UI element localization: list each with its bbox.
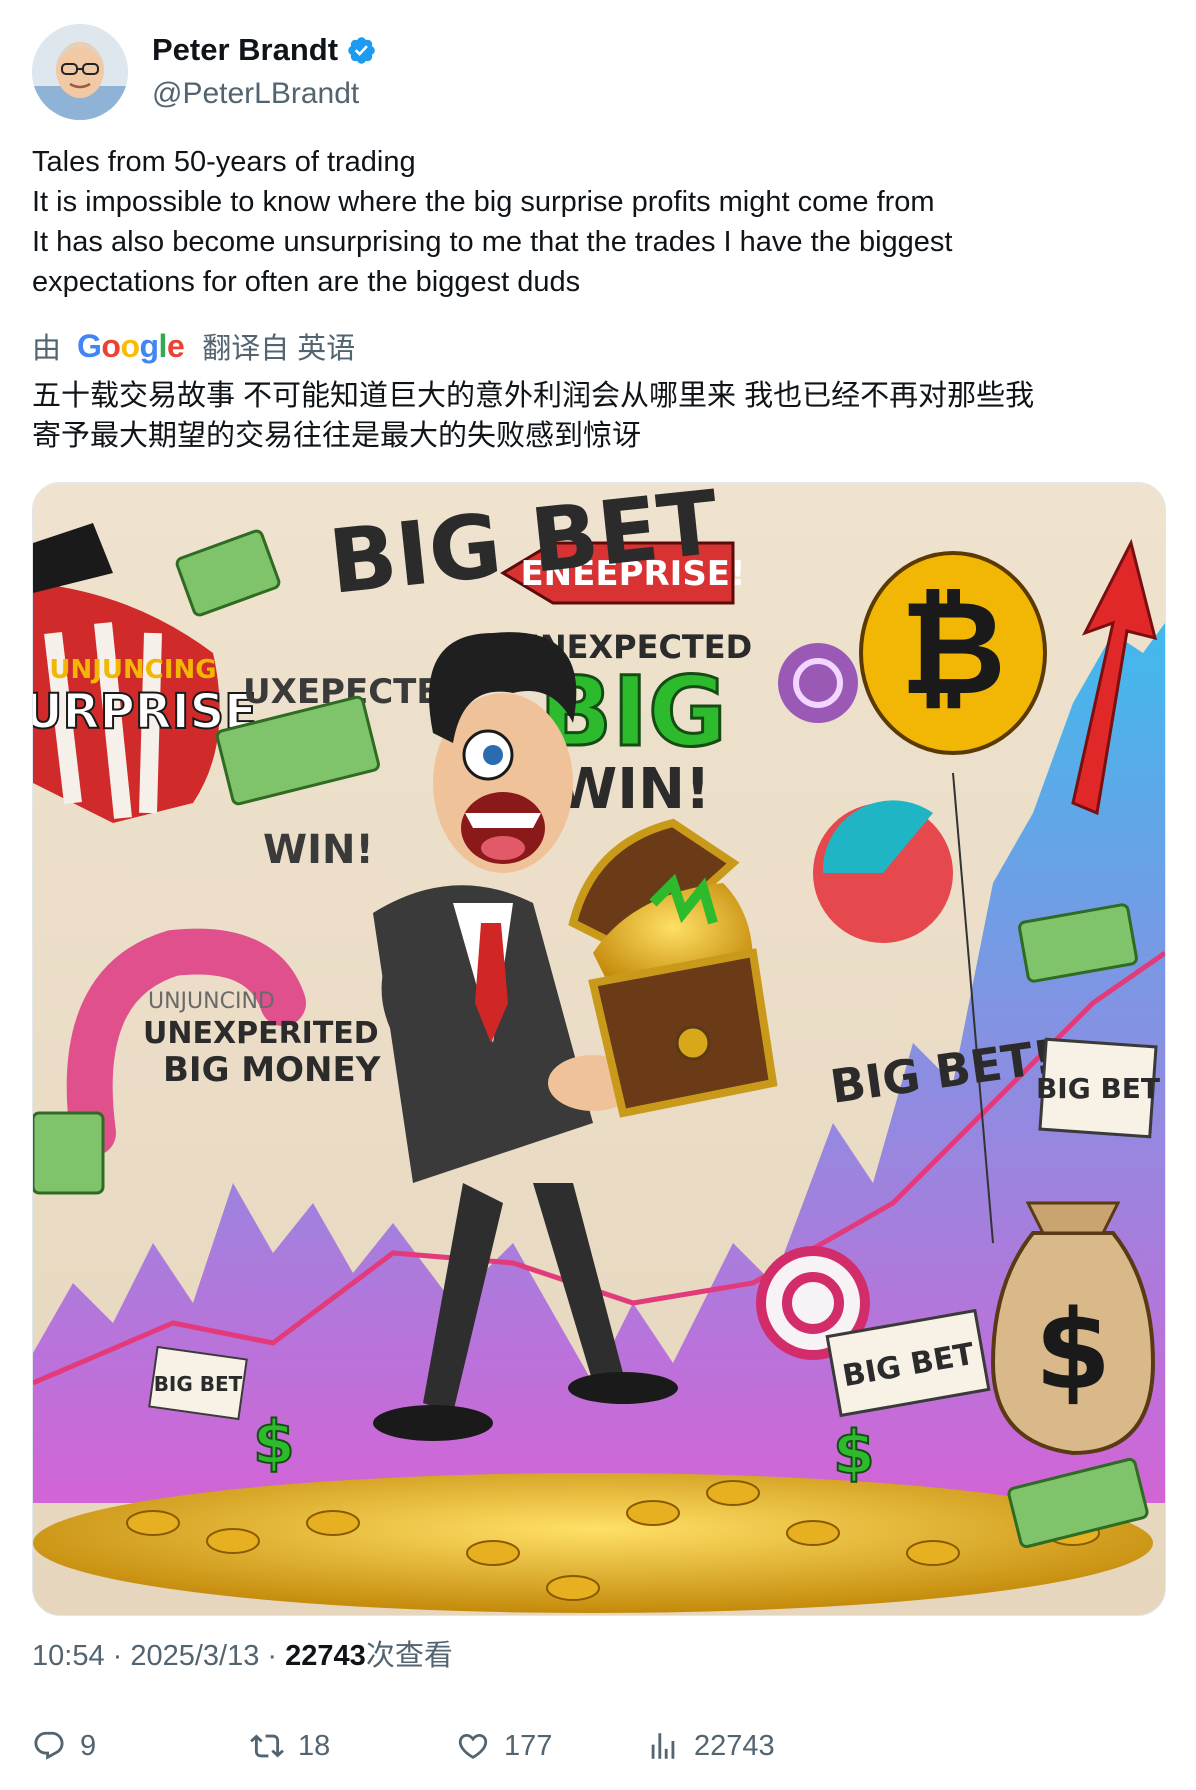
translated-text: 五十载交易故事 不可能知道巨大的意外利润会从哪里来 我也已经不再对那些我 寄予最…	[32, 376, 1162, 456]
tweet-line: expectations for often are the biggest d…	[32, 266, 581, 298]
repost-button[interactable]: 18	[250, 1722, 330, 1770]
translated-line: 寄予最大期望的交易往往是最大的失败感到惊讶	[32, 420, 642, 452]
unjuncing-text: UNJUNCING	[49, 655, 216, 685]
action-bar: 9 18 177 22743	[32, 1722, 1162, 1770]
tweet-meta: 10:54 · 2025/3/13 · 22743次查看	[32, 1634, 453, 1678]
meta-separator: ·	[259, 1640, 286, 1672]
repost-count: 18	[298, 1729, 331, 1762]
bitcoin-symbol: ₿	[900, 572, 1006, 724]
views-count: 22743	[694, 1729, 775, 1762]
translated-line: 五十载交易故事 不可能知道巨大的意外利润会从哪里来 我也已经不再对那些我	[32, 380, 1035, 412]
author-handle[interactable]: @PeterLBrandt	[152, 75, 377, 113]
view-count: 22743	[285, 1640, 366, 1672]
tweet-line: It has also become unsurprising to me th…	[32, 226, 953, 258]
author-names: Peter Brandt @PeterLBrandt	[152, 31, 377, 113]
translated-from-label: 翻译自 英语	[202, 333, 356, 365]
reply-count: 9	[80, 1729, 97, 1762]
big-money-text: BIG MONEY	[163, 1050, 381, 1090]
like-count: 177	[504, 1729, 553, 1762]
win-text: WIN!	[555, 757, 710, 822]
views-chart-icon	[651, 1733, 675, 1759]
dollar-symbol: $	[1035, 1286, 1112, 1414]
translated-by-label: 由	[32, 333, 62, 365]
big-bet-left-text: BIG BET	[154, 1372, 243, 1396]
views-button[interactable]: 22743	[646, 1722, 775, 1770]
google-logo-letter: o	[101, 327, 121, 364]
tweet-image[interactable]: ₿ SURPRISE UNJUNCING ENEEPRISE! BIG BET …	[32, 482, 1166, 1616]
reply-button[interactable]: 9	[32, 1722, 96, 1770]
google-logo: Google	[77, 327, 185, 365]
big-bet-sign-text: BIG BET	[1036, 1072, 1160, 1105]
unjuncind-text: UNJUNCIND	[148, 989, 275, 1014]
repost-icon	[250, 1734, 284, 1758]
google-logo-letter: o	[120, 327, 140, 364]
google-logo-letter: e	[166, 327, 185, 364]
google-logo-letter: g	[139, 327, 160, 364]
verified-badge-icon	[348, 36, 375, 64]
reply-icon	[34, 1731, 64, 1760]
tweet-time[interactable]: 10:54	[32, 1640, 105, 1672]
tweet-date[interactable]: 2025/3/13	[130, 1640, 259, 1672]
heart-icon	[458, 1733, 488, 1759]
svg-text:$: $	[833, 1418, 875, 1488]
view-label: 次查看	[365, 1640, 453, 1672]
tweet-header: Peter Brandt @PeterLBrandt	[32, 24, 377, 120]
cartoon-illustration: ₿ SURPRISE UNJUNCING ENEEPRISE! BIG BET …	[33, 483, 1165, 1615]
avatar[interactable]	[32, 24, 128, 120]
unexperited-text: UNEXPERITED	[143, 1016, 379, 1051]
like-button[interactable]: 177	[456, 1722, 552, 1770]
tweet-text: Tales from 50-years of trading It is imp…	[32, 142, 1152, 302]
win-small-text: WIN!	[263, 827, 374, 873]
translation-attribution[interactable]: 由 Google 翻译自 英语	[32, 324, 355, 368]
google-logo-letter: G	[77, 327, 102, 364]
svg-text:$: $	[253, 1408, 295, 1478]
meta-separator: ·	[104, 1640, 131, 1672]
tweet-line: Tales from 50-years of trading	[32, 146, 416, 178]
google-logo-letter: l	[158, 327, 168, 364]
display-name[interactable]: Peter Brandt	[152, 31, 338, 69]
tweet-line: It is impossible to know where the big s…	[32, 186, 935, 218]
author-name-row[interactable]: Peter Brandt	[152, 31, 377, 69]
